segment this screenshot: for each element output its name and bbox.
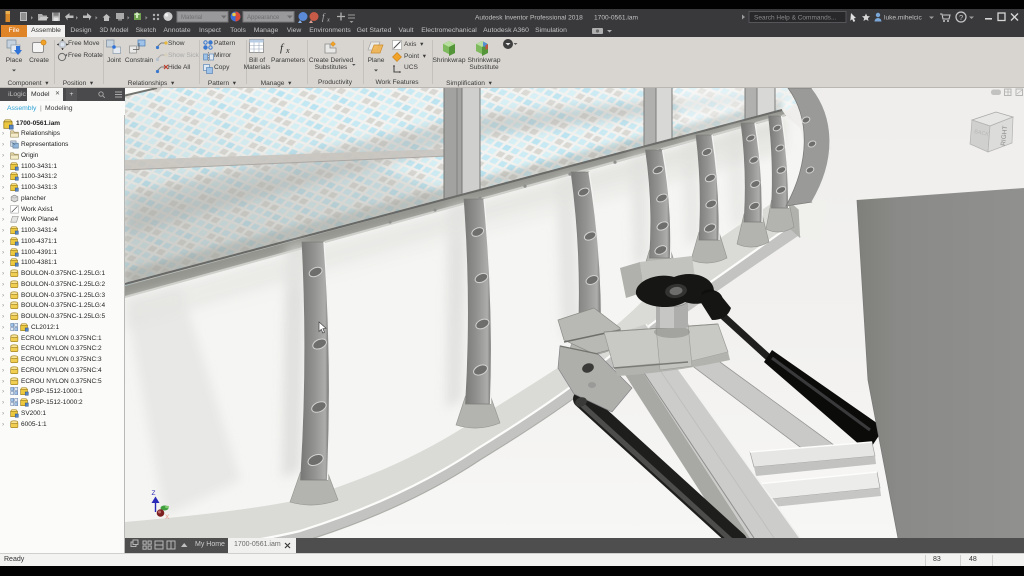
svg-text:X: X — [165, 514, 170, 521]
svg-text:Z: Z — [152, 490, 156, 497]
svg-text:1700-0561.iam: 1700-0561.iam — [594, 15, 638, 22]
svg-text:?: ? — [959, 13, 963, 22]
svg-text:Autodesk Inventor Professional: Autodesk Inventor Professional 2018 — [475, 15, 583, 22]
svg-text:Appearance: Appearance — [247, 15, 280, 21]
svg-text:x: x — [326, 17, 330, 24]
svg-text:x: x — [285, 46, 290, 55]
svg-text:f: f — [322, 12, 326, 22]
svg-text:Search Help & Commands...: Search Help & Commands... — [754, 15, 837, 22]
svg-text:Material: Material — [181, 15, 202, 21]
svg-text:luke.mihelcic: luke.mihelcic — [884, 15, 922, 22]
svg-text:f: f — [280, 42, 285, 54]
